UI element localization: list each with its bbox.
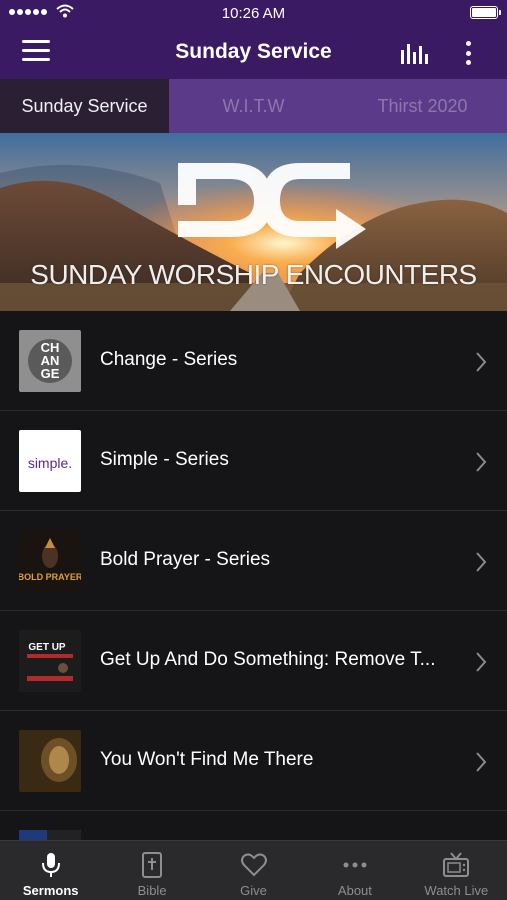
tab-witw[interactable]: W.I.T.W (169, 79, 338, 133)
status-time: 10:26 AM (221, 5, 286, 22)
category-tabs: Sunday Service W.I.T.W Thirst 2020 (0, 79, 507, 133)
battery-icon (470, 6, 501, 19)
sermon-thumbnail: GET UP (19, 630, 81, 692)
svg-text:GE: GE (41, 366, 60, 381)
microphone-icon (41, 853, 60, 877)
tab-bible[interactable]: Bible (101, 841, 202, 900)
tab-give[interactable]: Give (203, 841, 304, 900)
sermon-thumbnail: CH AN GE (19, 330, 81, 392)
hero-banner: SUNDAY WORSHIP ENCOUNTERS (0, 133, 507, 311)
list-item[interactable]: simple. Simple - Series (0, 411, 507, 511)
nav-bar: Sunday Service (0, 26, 507, 79)
tab-sunday-service[interactable]: Sunday Service (0, 79, 169, 133)
bible-icon (142, 852, 163, 878)
chevron-right-icon (476, 752, 487, 772)
tab-thirst-2020[interactable]: Thirst 2020 (338, 79, 507, 133)
banner-caption: SUNDAY WORSHIP ENCOUNTERS (30, 259, 477, 290)
chevron-right-icon (476, 352, 487, 372)
heart-icon (240, 853, 267, 877)
list-item[interactable]: You Won't Find Me There (0, 711, 507, 811)
sermon-list: CH AN GE Change - Series simple. Simple … (0, 311, 507, 851)
tv-icon (443, 852, 470, 877)
sermon-title: Simple - Series (100, 449, 229, 470)
tab-label: Watch Live (424, 883, 489, 898)
tab-watch-live[interactable]: Watch Live (406, 841, 507, 900)
list-item[interactable]: BOLD PRAYER Bold Prayer - Series (0, 511, 507, 611)
list-item[interactable]: CH AN GE Change - Series (0, 311, 507, 411)
audio-levels-icon[interactable] (399, 40, 431, 64)
status-bar: 10:26 AM (0, 0, 507, 26)
chevron-right-icon (476, 652, 487, 672)
chevron-right-icon (476, 452, 487, 472)
svg-text:GET UP: GET UP (28, 642, 66, 653)
sermon-title: Bold Prayer - Series (100, 549, 271, 570)
tab-label: Sermons (22, 883, 79, 898)
tab-label: Bible (137, 883, 167, 898)
sermon-title: Get Up And Do Something: Remove T... (100, 649, 436, 670)
chevron-right-icon (476, 552, 487, 572)
tab-sermons[interactable]: Sermons (0, 841, 101, 900)
svg-text:BOLD PRAYER: BOLD PRAYER (19, 572, 81, 582)
sermon-thumbnail: BOLD PRAYER (19, 530, 81, 592)
sermon-thumbnail: simple. (19, 430, 81, 492)
more-options-icon[interactable] (458, 38, 478, 68)
tab-about[interactable]: About (304, 841, 405, 900)
more-horizontal-icon (343, 862, 367, 868)
tab-label: Give (240, 883, 267, 898)
svg-text:simple.: simple. (28, 455, 72, 471)
sermon-title: Change - Series (100, 349, 238, 370)
bottom-tab-bar: Sermons Bible Give About Watch Live (0, 840, 507, 900)
list-item[interactable]: GET UP Get Up And Do Something: Remove T… (0, 611, 507, 711)
sermon-thumbnail (19, 730, 81, 792)
tab-label: About (337, 883, 372, 898)
sermon-title: You Won't Find Me There (100, 749, 314, 770)
